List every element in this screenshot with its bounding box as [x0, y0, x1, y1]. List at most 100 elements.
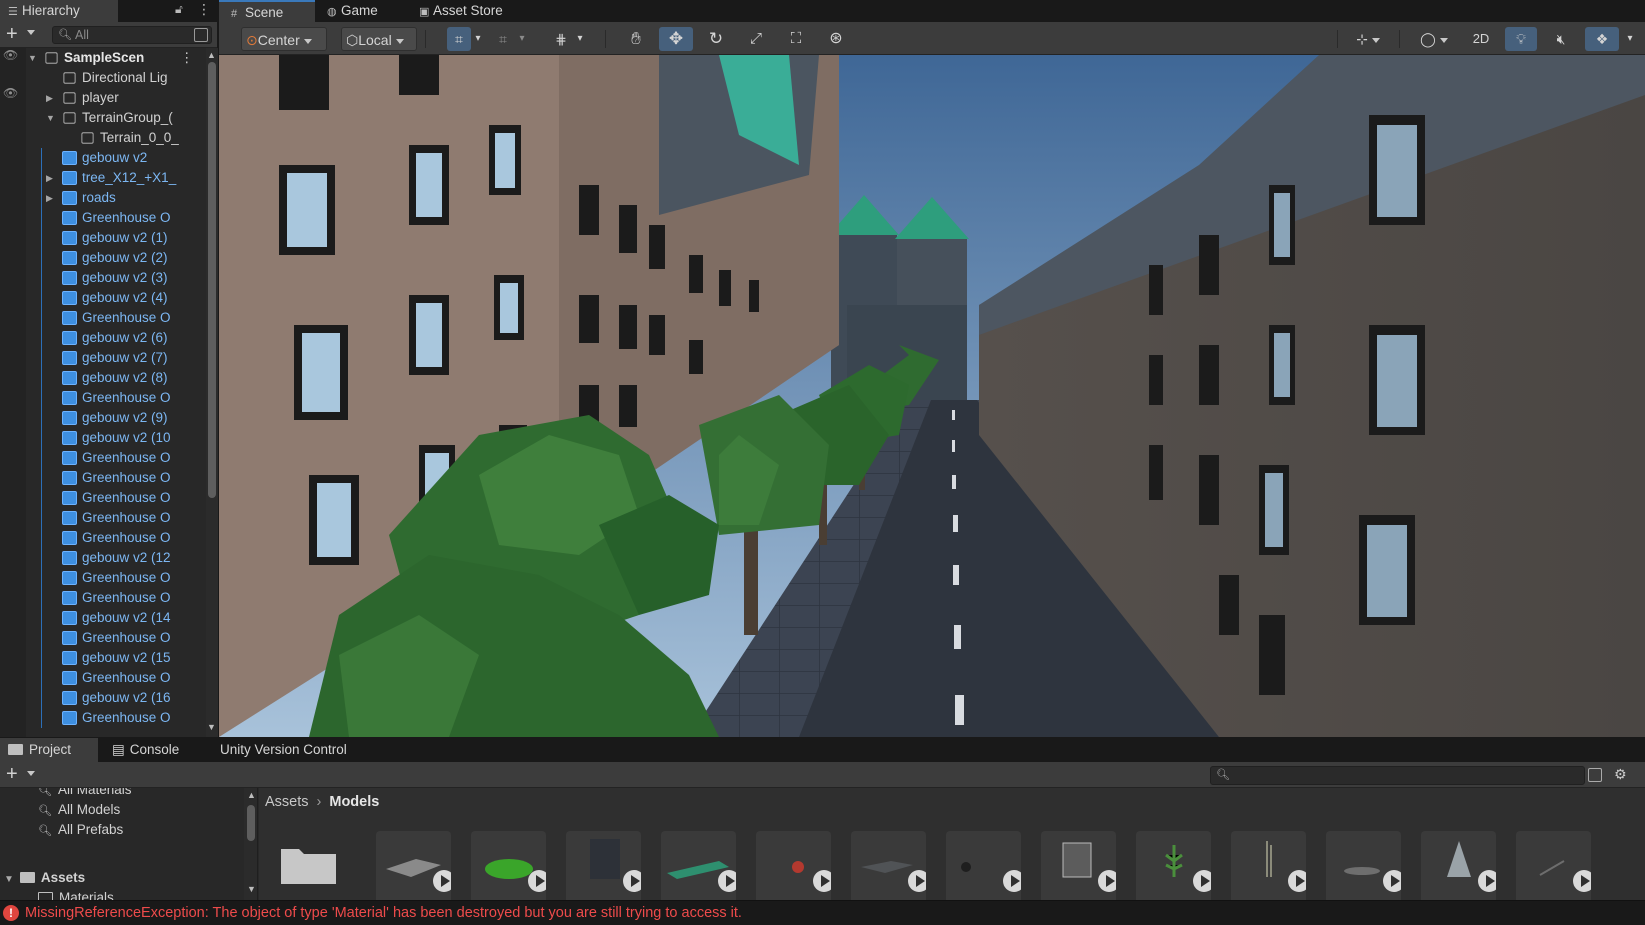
hierarchy-row[interactable]: gebouw v2 (14 — [0, 608, 206, 628]
play-icon[interactable] — [813, 870, 831, 892]
search-by-type-icon[interactable] — [1588, 768, 1602, 782]
chevron-down-icon[interactable]: ▾ — [573, 27, 587, 51]
shading-mode-dropdown[interactable]: ◯ — [1411, 27, 1457, 51]
play-icon[interactable] — [718, 870, 736, 892]
asset-model[interactable] — [566, 831, 641, 901]
asset-model[interactable] — [661, 831, 736, 901]
hierarchy-row[interactable]: Greenhouse O — [0, 588, 206, 608]
scroll-up-icon[interactable]: ▲ — [207, 50, 216, 60]
kebab-menu-icon[interactable]: ⋮ — [197, 1, 211, 18]
asset-model[interactable] — [1421, 831, 1496, 901]
chevron-down-icon[interactable]: ▾ — [1621, 27, 1639, 51]
hierarchy-row[interactable]: ▶ player — [0, 88, 206, 108]
add-button[interactable]: + — [6, 23, 18, 45]
asset-model[interactable] — [1326, 831, 1401, 901]
foldout-closed-icon[interactable]: ▶ — [46, 188, 53, 208]
scroll-thumb[interactable] — [247, 805, 255, 841]
chevron-down-icon[interactable] — [27, 771, 35, 776]
scene-viewport[interactable] — [219, 55, 1645, 737]
hierarchy-row[interactable]: gebouw v2 (10 — [0, 428, 206, 448]
asset-model[interactable] — [471, 831, 546, 901]
grid-snap-icon[interactable]: ⌗ — [447, 27, 471, 51]
play-icon[interactable] — [623, 870, 641, 892]
asset-folder[interactable] — [271, 831, 346, 901]
hierarchy-row[interactable]: gebouw v2 (6) — [0, 328, 206, 348]
pivot-dropdown[interactable]: ⊙Center — [241, 27, 327, 51]
hierarchy-row[interactable]: Greenhouse O — [0, 508, 206, 528]
hierarchy-row[interactable]: Greenhouse O — [0, 628, 206, 648]
hierarchy-row[interactable]: Greenhouse O — [0, 568, 206, 588]
scroll-down-icon[interactable]: ▼ — [207, 722, 216, 732]
tab-asset-store[interactable]: ▣ Asset Store — [407, 0, 527, 22]
gizmo-orientation-dropdown[interactable]: ⊹ — [1347, 27, 1389, 51]
2d-toggle-button[interactable]: 2D — [1465, 27, 1497, 51]
hierarchy-row[interactable]: gebouw v2 (8) — [0, 368, 206, 388]
scale-tool-icon[interactable]: ⤢ — [741, 27, 771, 51]
tab-console[interactable]: ▤ Console — [106, 738, 179, 762]
hierarchy-row[interactable]: Greenhouse O — [0, 468, 206, 488]
hierarchy-row[interactable]: Greenhouse O — [0, 708, 206, 728]
asset-model[interactable] — [1041, 831, 1116, 901]
hierarchy-scrollbar[interactable]: ▲ ▼ — [206, 48, 218, 737]
hierarchy-row[interactable]: Greenhouse O — [0, 668, 206, 688]
tab-project[interactable]: Project — [0, 738, 98, 762]
chevron-down-icon[interactable]: ▾ — [515, 27, 529, 51]
play-icon[interactable] — [1098, 870, 1116, 892]
filter-icon[interactable]: ⚙︎ — [1614, 766, 1627, 783]
foldout-closed-icon[interactable]: ▶ — [46, 168, 53, 188]
effects-toggle-icon[interactable]: ❖ — [1585, 27, 1619, 51]
hierarchy-row[interactable]: ▼ TerrainGroup_( — [0, 108, 206, 128]
search-input[interactable] — [75, 28, 185, 42]
hierarchy-row[interactable]: gebouw v2 (2) — [0, 248, 206, 268]
play-icon[interactable] — [433, 870, 451, 892]
hierarchy-row[interactable]: gebouw v2 (15 — [0, 648, 206, 668]
asset-model[interactable] — [756, 831, 831, 901]
hierarchy-row[interactable]: gebouw v2 (1) — [0, 228, 206, 248]
asset-model[interactable] — [376, 831, 451, 901]
rotate-tool-icon[interactable]: ↻ — [701, 27, 731, 51]
hierarchy-row[interactable]: gebouw v2 (7) — [0, 348, 206, 368]
tab-game[interactable]: ◍ Game — [315, 0, 407, 22]
play-icon[interactable] — [908, 870, 926, 892]
hierarchy-row[interactable]: ▶ tree_X12_+X1_ — [0, 168, 206, 188]
play-icon[interactable] — [1478, 870, 1496, 892]
foldout-closed-icon[interactable]: ▶ — [46, 88, 53, 108]
hierarchy-row[interactable]: Greenhouse O — [0, 488, 206, 508]
asset-model[interactable] — [1516, 831, 1591, 901]
lighting-toggle-icon[interactable]: 💡︎ — [1505, 27, 1537, 51]
hierarchy-row[interactable]: Greenhouse O — [0, 528, 206, 548]
hierarchy-row[interactable]: ▶ roads — [0, 188, 206, 208]
transform-tool-icon[interactable]: ⊛ — [821, 27, 851, 51]
chevron-down-icon[interactable] — [27, 30, 35, 35]
hand-tool-icon[interactable]: ✋︎ — [621, 27, 651, 51]
lock-icon[interactable]: 🔓︎ — [175, 2, 183, 17]
kebab-menu-icon[interactable]: ⋮ — [180, 48, 194, 68]
tab-scene[interactable]: # Scene — [219, 0, 315, 22]
hierarchy-row[interactable]: Greenhouse O — [0, 208, 206, 228]
favorite-all-materials[interactable]: 🔍︎ All Materials — [38, 788, 132, 800]
rect-tool-icon[interactable]: ⛶ — [781, 27, 811, 51]
asset-model[interactable] — [1231, 831, 1306, 901]
play-icon[interactable] — [1383, 870, 1401, 892]
scroll-thumb[interactable] — [208, 62, 216, 498]
favorite-all-prefabs[interactable]: 🔍︎ All Prefabs — [38, 820, 123, 840]
audio-toggle-icon[interactable]: 🔇︎ — [1545, 27, 1577, 51]
play-icon[interactable] — [1193, 870, 1211, 892]
hierarchy-row[interactable]: Directional Lig — [0, 68, 206, 88]
move-tool-icon[interactable]: ✥ — [659, 27, 693, 51]
hierarchy-row[interactable]: ▼ SampleScen ⋮ — [0, 48, 206, 68]
add-button[interactable]: + — [6, 763, 18, 785]
increment-snap-icon[interactable]: ⌗ — [491, 27, 515, 51]
hierarchy-row[interactable]: Greenhouse O — [0, 448, 206, 468]
hierarchy-row[interactable]: Greenhouse O — [0, 308, 206, 328]
hierarchy-row[interactable]: Terrain_0_0_ — [0, 128, 206, 148]
space-dropdown[interactable]: ⬡Local — [341, 27, 417, 51]
folder-tree-scrollbar[interactable]: ▲ ▼ — [244, 788, 258, 901]
asset-model[interactable] — [851, 831, 926, 901]
status-bar[interactable]: ! MissingReferenceException: The object … — [0, 900, 1645, 925]
asset-model[interactable] — [1136, 831, 1211, 901]
asset-model[interactable] — [946, 831, 1021, 901]
hierarchy-row[interactable]: Greenhouse O — [0, 388, 206, 408]
chevron-down-icon[interactable]: ▾ — [471, 27, 485, 51]
foldout-open-icon[interactable]: ▼ — [46, 108, 55, 128]
